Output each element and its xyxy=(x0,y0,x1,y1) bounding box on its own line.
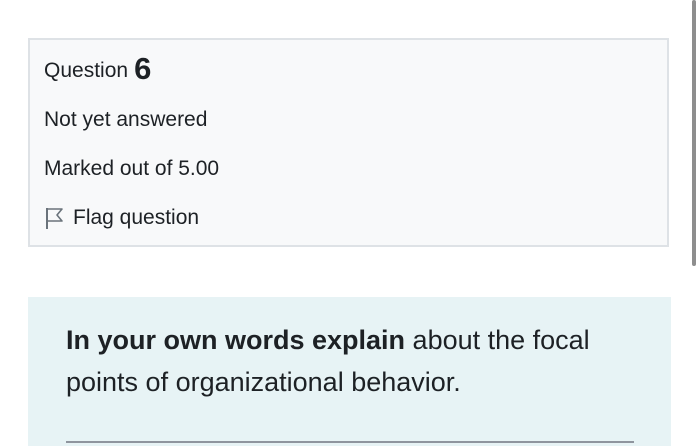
question-text: In your own words explain about the foca… xyxy=(66,319,641,403)
question-label: Question xyxy=(44,59,129,82)
flag-question-button[interactable]: Flag question xyxy=(44,204,199,232)
question-grade: Marked out of 5.00 xyxy=(44,157,220,180)
quiz-page: Question 6 Not yet answered Marked out of… xyxy=(0,0,700,446)
question-text-emphasis: In your own words explain xyxy=(66,325,406,355)
question-number: 6 xyxy=(134,51,152,86)
question-heading: Question 6 xyxy=(44,51,152,86)
flag-question-label: Flag question xyxy=(73,206,200,229)
question-state: Not yet answered xyxy=(44,108,208,131)
question-text-panel: In your own words explain about the foca… xyxy=(28,297,671,446)
page-scrollbar[interactable] xyxy=(692,0,696,266)
question-info-panel: Question 6 Not yet answered Marked out of… xyxy=(28,38,669,247)
answer-area-top-border xyxy=(66,441,634,443)
flag-icon xyxy=(44,206,66,230)
